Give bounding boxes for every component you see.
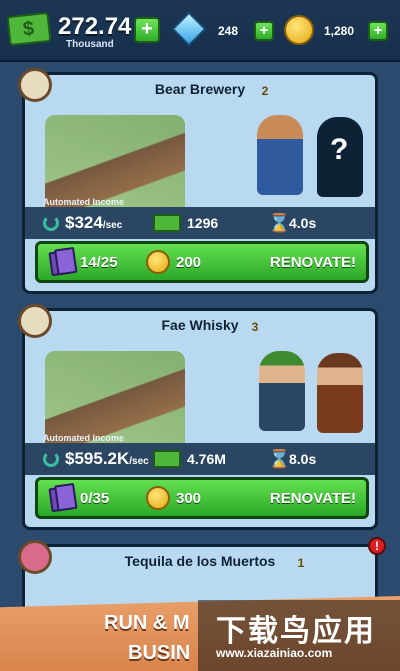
level-star-badge: 1	[287, 547, 314, 575]
manager-character	[259, 351, 305, 431]
skull-emblem-icon	[18, 540, 52, 574]
gem-count: 248	[218, 24, 239, 38]
add-cash-button[interactable]: +	[134, 17, 160, 43]
renovate-label: RENOVATE!	[269, 490, 356, 507]
business-title: Fae Whisky	[161, 317, 239, 333]
business-title: Bear Brewery	[154, 81, 246, 97]
cash-value: 272.74	[58, 13, 132, 40]
coin-icon	[284, 15, 314, 45]
renovate-button[interactable]: 0/35 300 RENOVATE!	[35, 477, 369, 519]
card-icon	[48, 485, 72, 513]
refresh-icon	[43, 215, 59, 231]
coin-count: 1,280	[324, 24, 355, 38]
business-title: Tequila de los Muertos	[124, 553, 276, 569]
gem-icon	[172, 12, 206, 46]
card-icon	[48, 249, 72, 277]
coin-icon	[146, 250, 170, 274]
watermark-title: 下载鸟应用	[216, 615, 376, 648]
add-gems-button[interactable]: +	[254, 21, 274, 41]
coin-icon	[146, 486, 170, 510]
level-star-badge: 2	[251, 75, 278, 103]
card-progress: 0/35	[80, 490, 110, 507]
cash-icon	[153, 450, 181, 468]
cycle-time: 4.0s	[289, 215, 317, 231]
promo-text-line1: RUN & M	[104, 612, 190, 634]
renovate-button[interactable]: 14/25 200 RENOVATE!	[35, 241, 369, 283]
add-coins-button[interactable]: +	[368, 21, 388, 41]
hourglass-icon: ⌛	[268, 449, 291, 469]
stats-row: $324/sec 1296 ⌛ 4.0s	[25, 207, 375, 239]
automated-income-value: $324/sec	[65, 213, 123, 232]
manager-character	[317, 353, 363, 433]
automated-income-label: Automated Income	[43, 197, 125, 207]
hourglass-icon: ⌛	[268, 213, 291, 233]
promo-text-line2: BUSIN	[128, 642, 191, 664]
cash-unit: Thousand	[66, 39, 114, 50]
cash-per-cycle: 4.76M	[187, 451, 226, 467]
watermark-url: www.xiazainiao.com	[216, 646, 333, 660]
business-card-bear-brewery[interactable]: Bear Brewery 2 ? Automated Income $324/s…	[22, 72, 378, 294]
bear-emblem-icon	[18, 68, 52, 102]
locked-question-mark: ?	[330, 133, 349, 166]
cycle-time: 8.0s	[289, 451, 317, 467]
renovate-label: RENOVATE!	[269, 254, 356, 271]
cash-per-cycle: 1296	[187, 215, 219, 231]
refresh-icon	[43, 451, 59, 467]
cash-icon	[6, 11, 52, 47]
automated-income-label: Automated Income	[43, 433, 125, 443]
whisky-emblem-icon	[18, 304, 52, 338]
card-progress: 14/25	[80, 254, 118, 271]
manager-character	[257, 115, 303, 195]
cash-icon	[153, 214, 181, 232]
level-star-badge: 3	[241, 311, 268, 339]
alert-badge[interactable]: !	[368, 537, 386, 555]
automated-income-value: $595.2K/sec	[65, 449, 149, 468]
renovate-cost: 300	[176, 490, 202, 507]
top-bar: 272.74 Thousand + 248 + 1,280 +	[0, 0, 400, 62]
stats-row: $595.2K/sec 4.76M ⌛ 8.0s	[25, 443, 375, 475]
renovate-cost: 200	[176, 254, 202, 271]
business-card-fae-whisky[interactable]: Fae Whisky 3 Automated Income $595.2K/se…	[22, 308, 378, 530]
